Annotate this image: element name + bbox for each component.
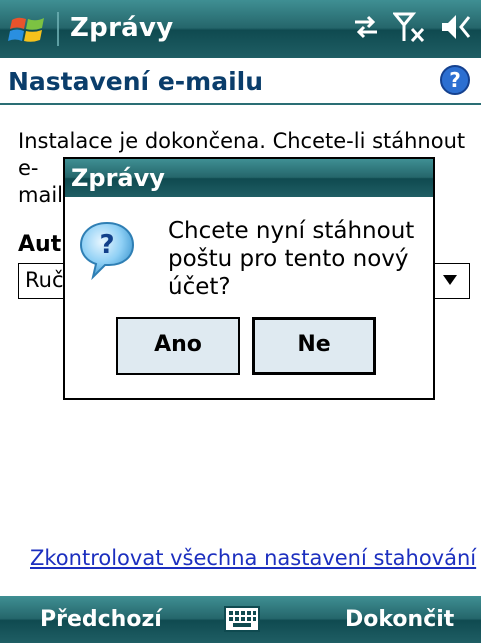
chevron-down-icon — [443, 275, 457, 285]
header-divider — [0, 103, 481, 105]
finish-softkey[interactable]: Dokončit — [345, 607, 454, 632]
check-all-settings-link[interactable]: Zkontrolovat všechna nastavení stahování — [30, 546, 476, 570]
page-header: Nastavení e-mailu ? — [0, 58, 481, 103]
help-icon[interactable]: ? — [439, 64, 471, 96]
dialog-titlebar: Zprávy — [65, 159, 433, 197]
dropdown-arrow-button[interactable] — [432, 264, 469, 298]
windows-start-icon[interactable] — [8, 10, 48, 48]
taskbar-separator — [57, 12, 59, 46]
dropdown-value: Ruč — [25, 268, 64, 292]
volume-off-icon[interactable] — [439, 12, 473, 46]
no-button[interactable]: Ne — [252, 317, 376, 375]
taskbar: Zprávy — [0, 0, 481, 58]
previous-softkey[interactable]: Předchozí — [40, 607, 162, 632]
signal-off-icon[interactable] — [391, 11, 427, 47]
download-section-label: Aut — [18, 232, 62, 257]
svg-text:?: ? — [449, 68, 461, 92]
status-icons[interactable] — [351, 10, 473, 48]
connectivity-icon[interactable] — [351, 14, 381, 44]
yes-button[interactable]: Ano — [116, 317, 240, 375]
page-title: Nastavení e-mailu — [8, 67, 264, 96]
keyboard-icon[interactable] — [224, 606, 260, 632]
dialog-message: Chcete nyní stáhnout poštu pro tento nov… — [168, 218, 415, 300]
question-icon: ? — [79, 219, 135, 281]
softkey-bar: Předchozí Dokončit — [0, 596, 481, 643]
svg-text:?: ? — [99, 230, 114, 260]
confirm-dialog: Zprávy ? Chcete nyní stáhnout poštu pro … — [63, 157, 435, 400]
dialog-title: Zprávy — [71, 164, 165, 192]
taskbar-title[interactable]: Zprávy — [70, 13, 174, 43]
